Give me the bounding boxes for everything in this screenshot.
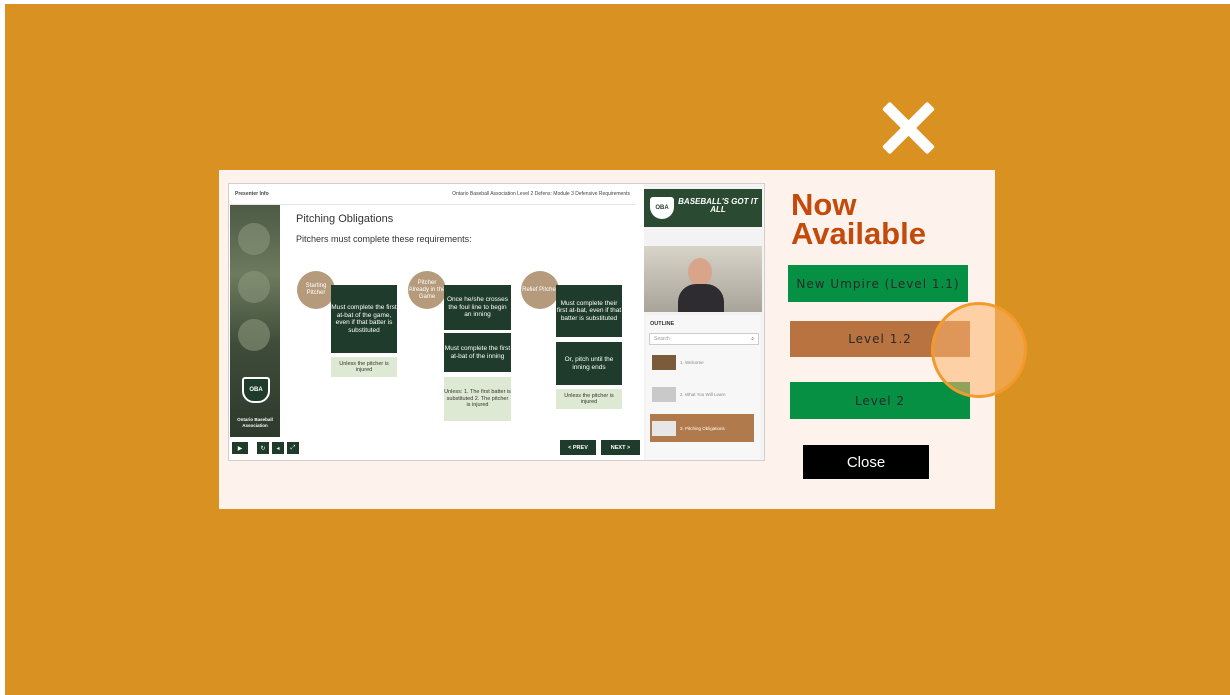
- search-placeholder: Search: [654, 336, 670, 342]
- column-box: Must complete the first at-bat of the in…: [444, 333, 511, 372]
- photo-strip: OBA Ontario Baseball Association: [230, 205, 280, 437]
- column-note: Unless the pitcher is injured: [331, 357, 397, 377]
- oba-logo: OBA: [650, 197, 674, 219]
- player-image: [238, 271, 270, 303]
- prev-button[interactable]: < PREV: [560, 440, 596, 455]
- presenter-video: [644, 246, 762, 312]
- headline-line-2: Available: [791, 216, 926, 251]
- course-topbar: Presenter Info Ontario Baseball Associat…: [229, 184, 636, 205]
- outline-search-input[interactable]: Search ⌕: [649, 333, 759, 345]
- column-note: Unless the pitcher is injured: [556, 389, 622, 409]
- column-box: Once he/she crosses the foul line to beg…: [444, 285, 511, 330]
- level-1-2-button[interactable]: Level 1.2: [790, 321, 970, 357]
- oba-logo: OBA: [242, 377, 270, 403]
- column-circle: Starting Pitcher: [297, 271, 335, 309]
- player-controls: ▶ ↻ ◂ ⤢ < PREV NEXT >: [229, 437, 640, 460]
- column-note: Unless: 1. The first batter is substitut…: [444, 377, 511, 421]
- course-sidebar: OBA BASEBALL'S GOT IT ALL OUTLINE Search…: [644, 184, 764, 460]
- player-image: [238, 319, 270, 351]
- outline-item[interactable]: 2. What You Will Learn: [650, 382, 754, 406]
- headline-line-1: Now: [791, 187, 857, 222]
- fullscreen-icon[interactable]: ⤢: [287, 442, 299, 454]
- slide: OBA Ontario Baseball Association Pitchin…: [230, 205, 640, 437]
- column-circle: Pitcher Already in the Game: [408, 271, 446, 309]
- outline-label: OUTLINE: [650, 321, 675, 327]
- oba-banner: OBA BASEBALL'S GOT IT ALL: [644, 189, 762, 227]
- close-button[interactable]: Close: [803, 445, 929, 479]
- slide-title: Pitching Obligations: [296, 213, 394, 225]
- slide-subtitle: Pitchers must complete these requirement…: [296, 234, 472, 244]
- next-button[interactable]: NEXT >: [601, 440, 640, 455]
- outline-thumbnail: [652, 420, 676, 436]
- new-umpire-level-button[interactable]: New Umpire (Level 1.1): [788, 265, 968, 302]
- replay-icon[interactable]: ↻: [257, 442, 269, 454]
- outline-item-label: 1. Welcome: [680, 359, 704, 365]
- column-box: Or, pitch until the inning ends: [556, 342, 622, 385]
- presenter-body: [678, 284, 724, 312]
- close-icon[interactable]: [880, 100, 936, 156]
- course-title: Ontario Baseball Association Level 2 Def…: [452, 191, 630, 197]
- outline-item-label: 3. Pitching Obligations: [680, 425, 725, 431]
- outline-panel: OUTLINE Search ⌕ 1. Welcome 2. What You …: [646, 315, 760, 460]
- outline-thumbnail: [652, 386, 676, 402]
- volume-icon[interactable]: ◂: [272, 442, 284, 454]
- strip-caption: Ontario Baseball Association: [237, 417, 273, 428]
- now-available-heading: Now Available: [791, 187, 926, 251]
- column-circle: Relief Pitcher: [521, 271, 559, 309]
- level-2-button[interactable]: Level 2: [790, 382, 970, 419]
- presenter-head: [688, 258, 712, 286]
- column-box: Must complete the first at-bat of the ga…: [331, 285, 397, 353]
- outline-thumbnail: [652, 354, 676, 370]
- search-icon[interactable]: ⌕: [751, 334, 754, 344]
- course-preview: Presenter Info Ontario Baseball Associat…: [228, 183, 765, 461]
- outline-item-active[interactable]: 3. Pitching Obligations: [650, 414, 754, 442]
- outline-item-label: 2. What You Will Learn: [680, 391, 726, 397]
- column-box: Must complete their first at-bat, even i…: [556, 285, 622, 337]
- player-image: [238, 223, 270, 255]
- play-icon[interactable]: ▶: [232, 442, 248, 454]
- presenter-info[interactable]: Presenter Info: [235, 191, 269, 197]
- outline-item[interactable]: 1. Welcome: [650, 350, 754, 374]
- banner-text: BASEBALL'S GOT IT ALL: [678, 197, 758, 214]
